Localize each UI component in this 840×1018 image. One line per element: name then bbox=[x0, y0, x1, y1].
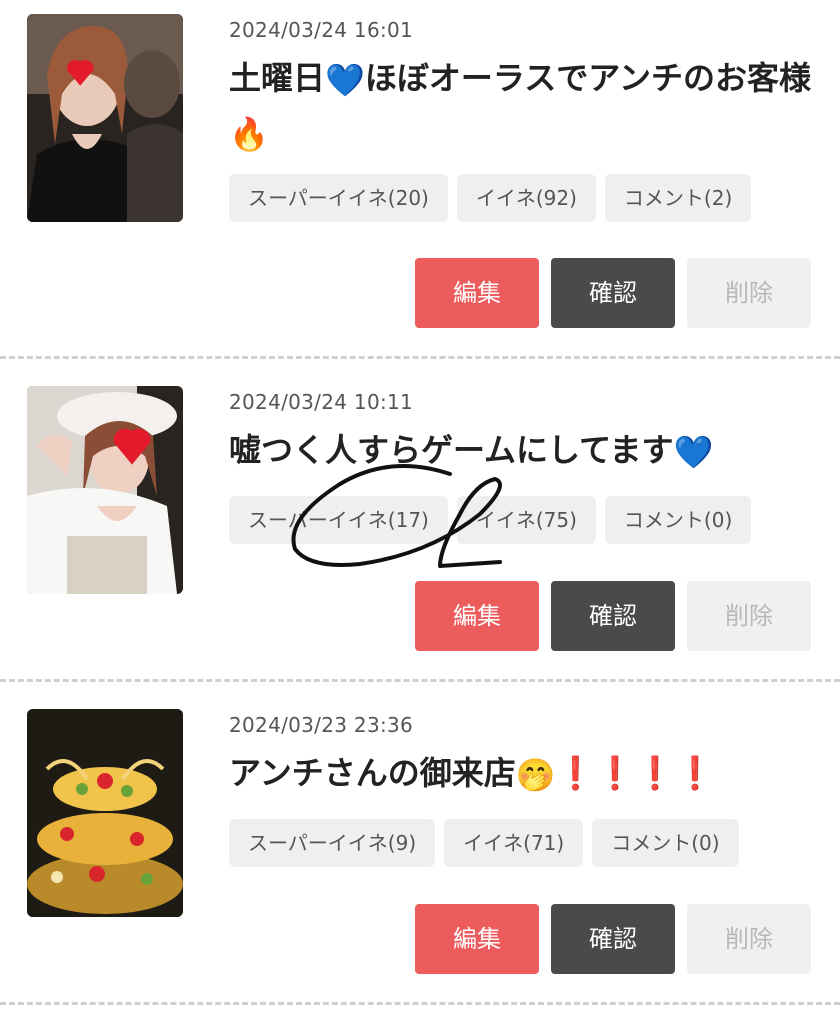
post-actions: 編集 確認 削除 bbox=[415, 258, 811, 328]
blue-heart-icon: 💙 bbox=[325, 61, 365, 99]
hand-over-mouth-icon: 🤭 bbox=[515, 756, 556, 794]
post-title-text-rest: ほぼオーラスでアンチのお客様 bbox=[364, 59, 811, 97]
view-button[interactable]: 確認 bbox=[551, 904, 675, 974]
delete-button[interactable]: 削除 bbox=[687, 258, 811, 328]
comment-count[interactable]: コメント(0) bbox=[604, 496, 752, 544]
post-item: 2024/03/24 10:11 嘘つく人すらゲームにしてます💙 スーパーイイネ… bbox=[0, 372, 840, 695]
edit-button[interactable]: 編集 bbox=[415, 258, 539, 328]
divider bbox=[0, 356, 840, 359]
reaction-chips: スーパーイイネ(20) イイネ(92) コメント(2) bbox=[229, 174, 752, 222]
delete-button[interactable]: 削除 bbox=[687, 581, 811, 651]
blue-heart-icon: 💙 bbox=[673, 433, 714, 471]
comment-count[interactable]: コメント(2) bbox=[604, 174, 752, 222]
post-title-text: アンチさんの御来店 bbox=[229, 754, 516, 792]
delete-button[interactable]: 削除 bbox=[687, 904, 811, 974]
post-date: 2024/03/24 16:01 bbox=[229, 18, 414, 42]
post-thumbnail[interactable] bbox=[27, 386, 183, 594]
post-actions: 編集 確認 削除 bbox=[415, 581, 811, 651]
exclamation-icons: ❗❗❗❗ bbox=[555, 754, 715, 792]
post-actions: 編集 確認 削除 bbox=[415, 904, 811, 974]
divider bbox=[0, 679, 840, 682]
view-button[interactable]: 確認 bbox=[551, 581, 675, 651]
comment-count[interactable]: コメント(0) bbox=[592, 819, 739, 867]
post-title[interactable]: 土曜日💙ほぼオーラスでアンチのお客様 🔥 bbox=[229, 52, 824, 160]
fire-icon: 🔥 bbox=[229, 115, 269, 153]
post-thumbnail[interactable] bbox=[27, 14, 183, 222]
post-title-text: 土曜日 bbox=[229, 59, 326, 97]
handwritten-scribble bbox=[291, 464, 502, 568]
edit-button[interactable]: 編集 bbox=[415, 581, 539, 651]
like-count[interactable]: イイネ(71) bbox=[444, 819, 584, 867]
view-button[interactable]: 確認 bbox=[551, 258, 675, 328]
like-count[interactable]: イイネ(92) bbox=[456, 174, 596, 222]
super-like-count[interactable]: スーパーイイネ(20) bbox=[229, 174, 448, 222]
super-like-count[interactable]: スーパーイイネ(9) bbox=[229, 819, 436, 867]
divider bbox=[0, 1002, 840, 1005]
post-item: 2024/03/23 23:36 アンチさんの御来店🤭❗❗❗❗ スーパーイイネ(… bbox=[0, 695, 840, 1018]
post-title[interactable]: アンチさんの御来店🤭❗❗❗❗ bbox=[229, 747, 824, 801]
post-thumbnail[interactable] bbox=[27, 709, 183, 917]
post-date: 2024/03/23 23:36 bbox=[229, 713, 414, 737]
post-date: 2024/03/24 10:11 bbox=[229, 390, 414, 414]
post-item: 2024/03/24 16:01 土曜日💙ほぼオーラスでアンチのお客様 🔥 スーパ… bbox=[0, 0, 840, 328]
reaction-chips: スーパーイイネ(9) イイネ(71) コメント(0) bbox=[229, 819, 739, 867]
edit-button[interactable]: 編集 bbox=[415, 904, 539, 974]
